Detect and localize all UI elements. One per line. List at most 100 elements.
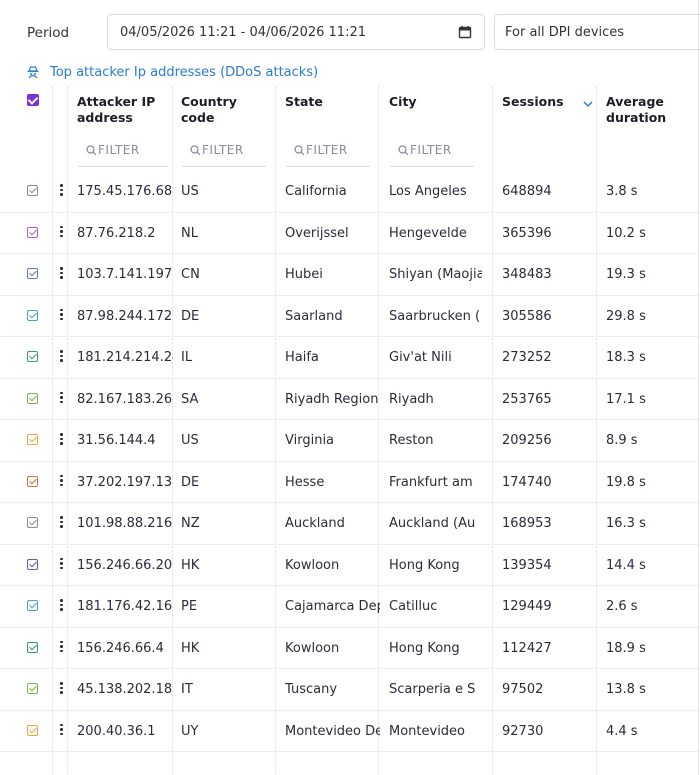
cell-city: Catilluc — [389, 599, 438, 614]
table-row[interactable]: 156.246.66.20 HK Kowloon Hong Kong 139354 14.… — [0, 545, 698, 586]
column-header-country[interactable]: Country code — [181, 94, 261, 126]
row-checkbox[interactable] — [27, 558, 38, 570]
row-menu-icon[interactable] — [59, 599, 63, 613]
cell-ip: 31.56.144.4 — [77, 433, 156, 448]
row-menu-icon[interactable] — [59, 474, 63, 489]
row-checkbox[interactable] — [27, 475, 38, 487]
incognito-user-icon — [27, 66, 39, 79]
cell-country: NL — [181, 225, 198, 241]
row-checkbox[interactable] — [27, 641, 38, 653]
cell-country: HK — [181, 640, 200, 656]
row-menu-icon[interactable] — [59, 308, 63, 323]
row-checkbox[interactable] — [27, 724, 38, 736]
table-row[interactable]: 82.167.183.26 SA Riyadh Region Riyadh 253765… — [0, 379, 698, 420]
row-menu-icon[interactable] — [59, 640, 63, 655]
search-icon — [190, 145, 201, 156]
row-checkbox[interactable] — [27, 392, 38, 404]
row-checkbox[interactable] — [27, 517, 38, 528]
row-checkbox[interactable] — [27, 226, 38, 238]
row-checkbox[interactable] — [27, 185, 38, 196]
row-menu-icon[interactable] — [59, 723, 63, 738]
cell-duration: 8.9 s — [606, 433, 638, 448]
row-menu-icon[interactable] — [59, 516, 63, 530]
calendar-icon[interactable] — [458, 25, 472, 39]
cell-ip: 87.98.244.172 — [77, 308, 173, 324]
cell-state: Cajamarca Dep — [285, 599, 380, 614]
date-range-value: 04/05/2026 11:21 - 04/06/2026 11:21 — [120, 25, 367, 40]
table-row[interactable]: 175.45.176.68 US California Los Angeles 6488… — [0, 171, 698, 213]
table-row[interactable]: 31.56.144.4 US Virginia Reston 209256 8.9 s — [0, 420, 698, 462]
row-checkbox[interactable] — [27, 600, 38, 611]
cell-sessions: 209256 — [502, 433, 552, 448]
filter-city[interactable]: FILTER — [390, 143, 474, 167]
dpi-device-select[interactable]: For all DPI devices — [494, 14, 700, 50]
filter-state[interactable]: FILTER — [286, 143, 370, 167]
cell-country: US — [181, 433, 199, 448]
toolbar: Period 04/05/2026 11:21 - 04/06/2026 11:… — [0, 0, 700, 62]
cell-ip: 37.202.197.131 — [77, 474, 173, 490]
cell-state: Kowloon — [285, 640, 340, 656]
cell-country: DE — [181, 474, 200, 490]
cell-state: Auckland — [285, 516, 345, 531]
row-checkbox[interactable] — [27, 434, 38, 445]
table-row[interactable]: 45.138.202.181 IT Tuscany Scarperia e S 9750… — [0, 669, 698, 711]
column-header-ip[interactable]: Attacker IP address — [77, 94, 167, 126]
table-row[interactable]: 87.76.218.2 NL Overijssel Hengevelde 365396 1… — [0, 213, 698, 254]
column-header-sessions[interactable]: Sessions — [502, 94, 572, 110]
cell-sessions: 129449 — [502, 599, 552, 614]
cell-state: Kowloon — [285, 557, 340, 573]
cell-state: Haifa — [285, 350, 319, 365]
cell-ip: 82.167.183.26 — [77, 391, 173, 407]
table-row[interactable]: 200.40.36.1 UY Montevideo Dep Montevideo 927… — [0, 711, 698, 752]
attackers-table: Attacker IP address Country code State C… — [0, 86, 698, 775]
cell-duration: 2.6 s — [606, 599, 638, 614]
row-menu-icon[interactable] — [59, 267, 63, 281]
cell-sessions: 92730 — [502, 723, 544, 739]
section-title: Top attacker Ip addresses (DDoS attacks) — [26, 62, 318, 82]
panel-edge — [698, 0, 699, 775]
row-menu-icon[interactable] — [59, 225, 63, 240]
table-row[interactable]: 181.176.42.160 PE Cajamarca Dep Catilluc 129… — [0, 586, 698, 628]
column-header-state[interactable]: State — [285, 94, 365, 110]
cell-country: HK — [181, 557, 200, 573]
row-checkbox[interactable] — [27, 683, 38, 694]
table-row[interactable]: 87.98.244.172 DE Saarland Saarbrucken (3055… — [0, 296, 698, 337]
column-header-city[interactable]: City — [389, 94, 469, 110]
cell-sessions: 174740 — [502, 474, 552, 490]
cell-ip: 101.98.88.216 — [77, 516, 173, 531]
row-checkbox[interactable] — [27, 309, 38, 321]
cell-state: Montevideo Dep — [285, 723, 380, 739]
row-menu-icon[interactable] — [59, 184, 63, 198]
row-menu-icon[interactable] — [59, 682, 63, 696]
table-row[interactable]: 37.202.197.131 DE Hesse Frankfurt am 174740 1… — [0, 462, 698, 503]
filter-ip[interactable]: FILTER — [78, 143, 168, 167]
filter-country[interactable]: FILTER — [182, 143, 266, 167]
row-checkbox[interactable] — [27, 268, 38, 279]
search-icon — [86, 145, 97, 156]
cell-country: IT — [181, 682, 193, 697]
row-menu-icon[interactable] — [59, 433, 63, 447]
cell-sessions: 97502 — [502, 682, 544, 697]
table-row[interactable]: 101.98.88.216 NZ Auckland Auckland (Au 16895… — [0, 503, 698, 545]
date-range-input[interactable]: 04/05/2026 11:21 - 04/06/2026 11:21 — [107, 14, 485, 50]
table-row[interactable]: 103.7.141.197 CN Hubei Shiyan (Maojia 348483… — [0, 254, 698, 296]
row-menu-icon[interactable] — [59, 350, 63, 364]
cell-state: Tuscany — [285, 682, 338, 697]
cell-city: Riyadh — [389, 391, 434, 407]
cell-ip: 175.45.176.68 — [77, 184, 173, 199]
cell-country: DE — [181, 308, 200, 324]
row-checkbox[interactable] — [27, 351, 38, 362]
table-row[interactable]: 181.214.214.246 IL Haifa Giv'at Nili 273252 1… — [0, 337, 698, 379]
search-icon — [294, 145, 305, 156]
cell-city: Montevideo — [389, 723, 466, 739]
table-row[interactable]: 156.246.66.4 HK Kowloon Hong Kong 112427 18.9… — [0, 628, 698, 669]
cell-country: US — [181, 184, 199, 199]
cell-sessions: 253765 — [502, 391, 552, 407]
select-all-checkbox[interactable] — [27, 94, 39, 106]
cell-ip: 200.40.36.1 — [77, 723, 156, 739]
sort-descending-icon[interactable] — [583, 100, 593, 108]
cell-city: Hengevelde — [389, 225, 467, 241]
row-menu-icon[interactable] — [59, 391, 63, 406]
column-header-duration[interactable]: Average duration — [606, 94, 686, 126]
row-menu-icon[interactable] — [59, 557, 63, 572]
